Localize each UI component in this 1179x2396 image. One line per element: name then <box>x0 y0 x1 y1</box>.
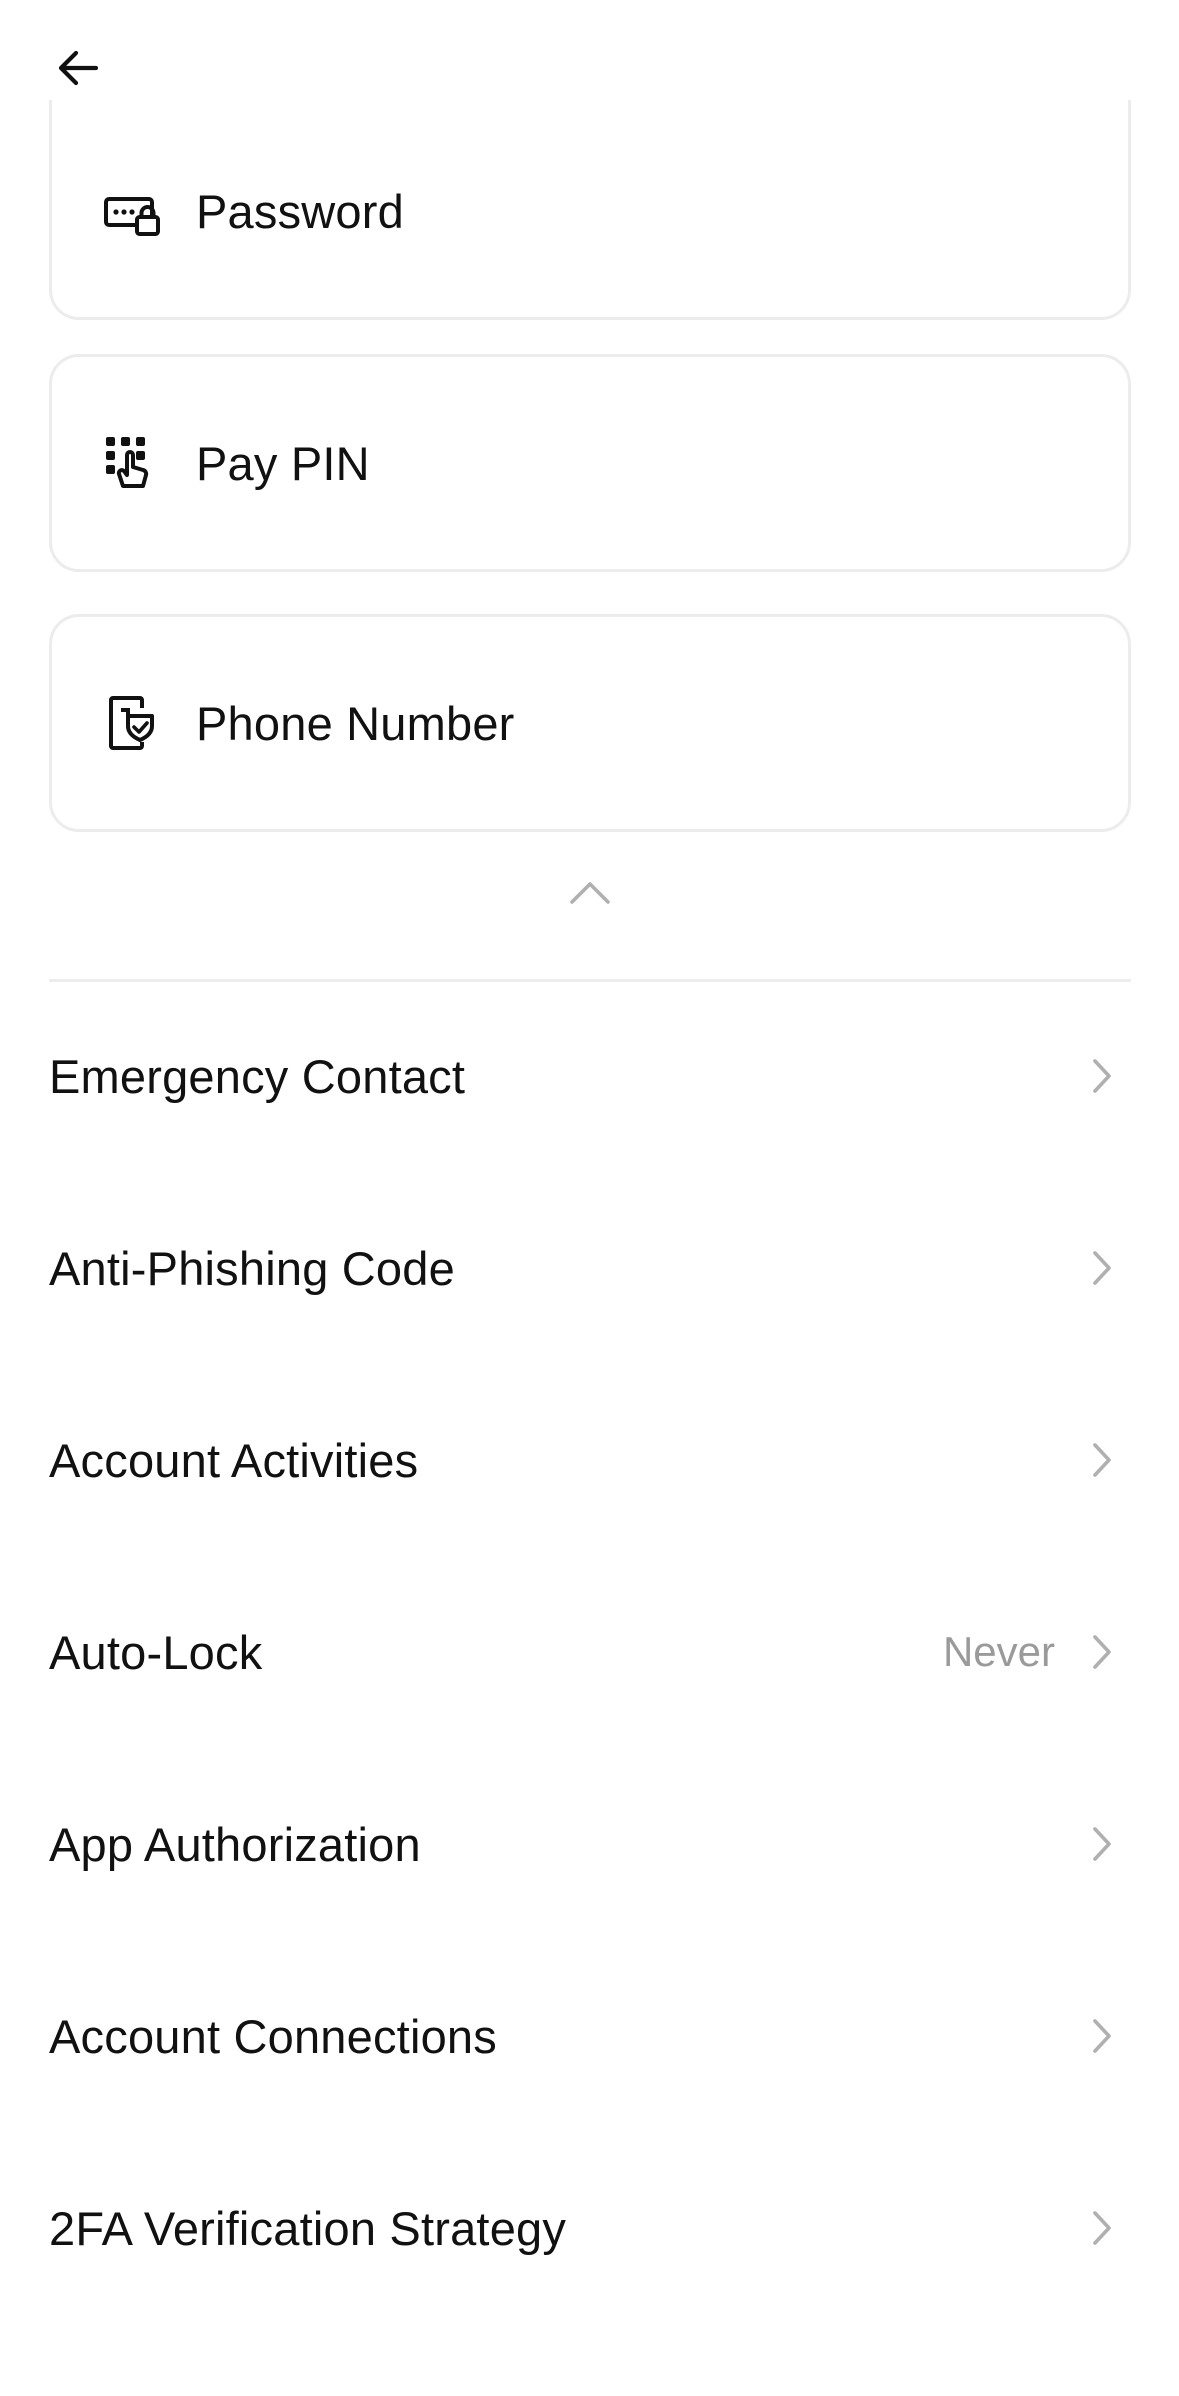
menu-item-label: Account Activities <box>49 1433 419 1487</box>
chevron-up-icon <box>570 882 610 904</box>
menu-item-label: Auto-Lock <box>49 1625 263 1679</box>
menu-item-anti-phishing-code[interactable]: Anti-Phishing Code <box>49 1193 1131 1343</box>
phone-number-label: Phone Number <box>196 696 515 750</box>
menu-item-label: App Authorization <box>49 1817 421 1871</box>
chevron-right-icon <box>1085 1630 1119 1674</box>
chevron-right-icon <box>1085 1822 1119 1866</box>
chevron-right-icon <box>1085 2206 1119 2250</box>
menu-item-auto-lock[interactable]: Auto-Lock Never <box>49 1577 1131 1727</box>
phone-number-card[interactable]: Phone Number <box>49 614 1131 832</box>
auto-lock-value: Never <box>942 1628 1055 1675</box>
chevron-right-icon <box>1085 2014 1119 2058</box>
password-card[interactable]: Password <box>49 100 1131 320</box>
password-label: Password <box>196 185 404 238</box>
menu-item-label: Anti-Phishing Code <box>49 1241 455 1295</box>
keypad-touch-icon <box>102 433 162 493</box>
pay-pin-label: Pay PIN <box>196 436 370 490</box>
chevron-right-icon <box>1085 1054 1119 1098</box>
chevron-right-icon <box>1085 1438 1119 1482</box>
menu-item-app-authorization[interactable]: App Authorization <box>49 1769 1131 1919</box>
menu-item-label: 2FA Verification Strategy <box>49 2201 567 2255</box>
menu-item-label: Emergency Contact <box>49 1049 466 1103</box>
menu-item-label: Account Connections <box>49 2009 497 2063</box>
section-divider <box>49 979 1131 982</box>
chevron-right-icon <box>1085 1246 1119 1290</box>
password-lock-icon <box>102 184 162 244</box>
collapse-button[interactable] <box>560 870 620 914</box>
arrow-left-icon <box>58 50 99 86</box>
menu-item-account-connections[interactable]: Account Connections <box>49 1961 1131 2111</box>
menu-item-emergency-contact[interactable]: Emergency Contact <box>49 1001 1131 1151</box>
menu-item-account-activities[interactable]: Account Activities <box>49 1385 1131 1535</box>
back-button[interactable] <box>40 30 116 106</box>
pay-pin-card[interactable]: Pay PIN <box>49 354 1131 572</box>
phone-verify-icon <box>102 693 162 753</box>
menu-item-2fa-verification-strategy[interactable]: 2FA Verification Strategy <box>49 2153 1131 2303</box>
